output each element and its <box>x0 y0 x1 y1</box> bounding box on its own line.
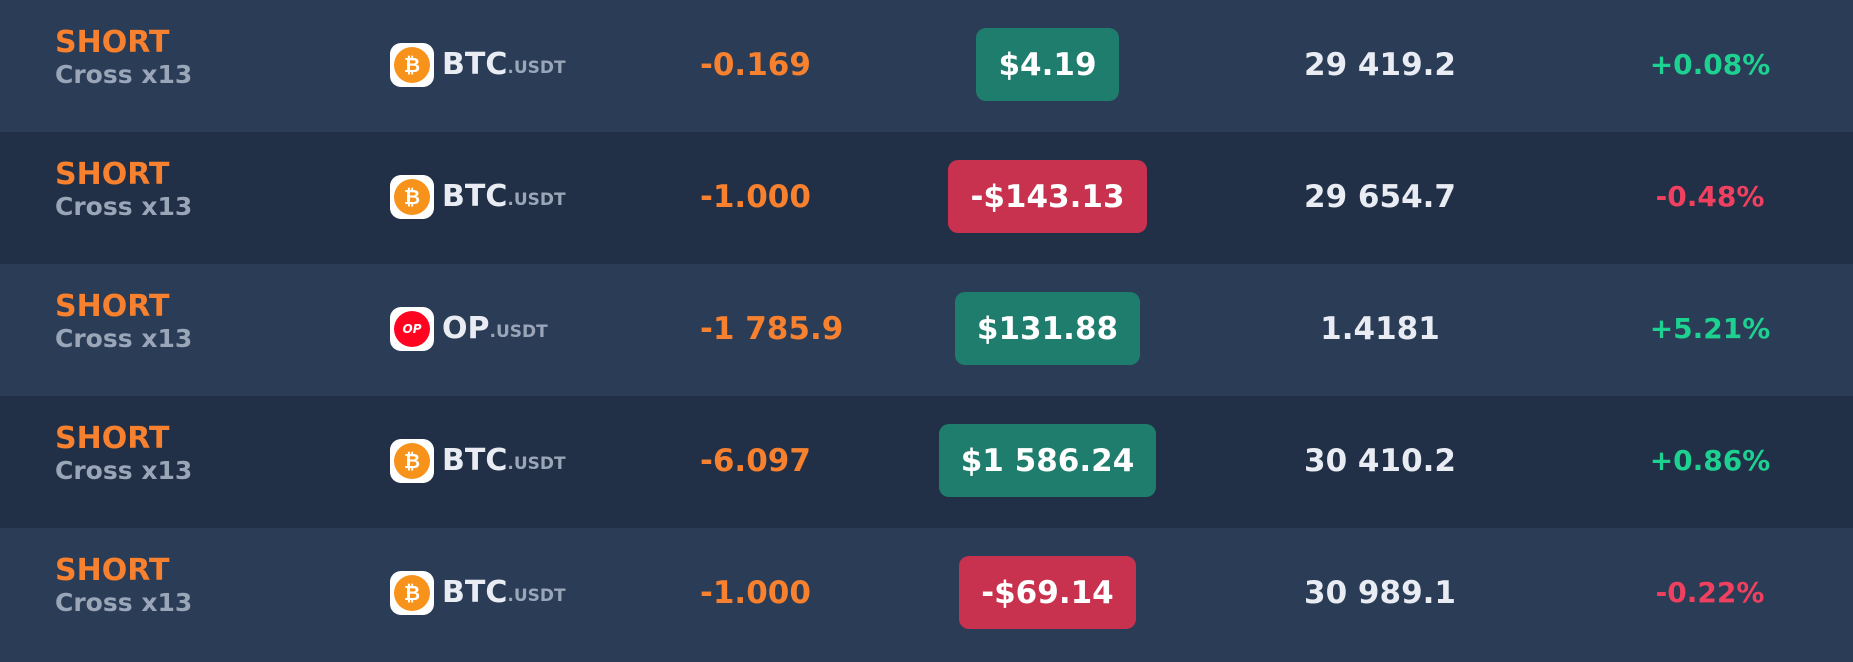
side-label: SHORT <box>55 421 170 456</box>
position-size: -0.169 <box>700 47 811 83</box>
entry-price: 29 654.7 <box>1304 179 1456 215</box>
op-icon: OP <box>390 307 434 351</box>
pnl-cell: $1 586.24 <box>880 424 1215 497</box>
side-label: SHORT <box>55 289 170 324</box>
position-size: -1.000 <box>700 179 811 215</box>
symbol-quote: .USDT <box>489 322 548 342</box>
pnl-badge: -$69.14 <box>959 556 1136 629</box>
symbol-base: BTC <box>442 179 508 214</box>
position-row[interactable]: SHORT Cross x13 OP OP .USDT -1 785.9 $131… <box>0 264 1853 396</box>
position-side: SHORT Cross x13 <box>55 26 192 90</box>
symbol-quote: .USDT <box>507 190 566 210</box>
pnl-badge: $131.88 <box>954 292 1141 365</box>
symbol[interactable]: ₿ BTC .USDT <box>390 571 566 615</box>
position-side: SHORT Cross x13 <box>55 158 192 222</box>
symbol[interactable]: ₿ BTC .USDT <box>390 43 566 87</box>
price-change: +5.21% <box>1649 312 1771 345</box>
entry-price: 30 989.1 <box>1304 575 1456 611</box>
symbol-quote: .USDT <box>507 454 566 474</box>
pnl-cell: $131.88 <box>880 292 1215 365</box>
symbol[interactable]: ₿ BTC .USDT <box>390 439 566 483</box>
position-side: SHORT Cross x13 <box>55 554 192 618</box>
symbol-base: BTC <box>442 575 508 610</box>
positions-table: SHORT Cross x13 ₿ BTC .USDT -0.169 $4.19 … <box>0 0 1853 662</box>
symbol-base: OP <box>442 311 490 346</box>
price-change: -0.48% <box>1655 180 1765 213</box>
position-size: -1.000 <box>700 575 811 611</box>
position-side: SHORT Cross x13 <box>55 290 192 354</box>
position-size: -1 785.9 <box>700 311 844 347</box>
btc-icon: ₿ <box>390 175 434 219</box>
entry-price: 30 410.2 <box>1304 443 1456 479</box>
position-row[interactable]: SHORT Cross x13 ₿ BTC .USDT -1.000 -$69.1… <box>0 528 1853 662</box>
entry-price: 1.4181 <box>1320 311 1440 347</box>
symbol[interactable]: ₿ BTC .USDT <box>390 175 566 219</box>
position-size: -6.097 <box>700 443 811 479</box>
side-label: SHORT <box>55 553 170 588</box>
entry-price: 29 419.2 <box>1304 47 1456 83</box>
margin-mode-label: Cross x13 <box>55 60 193 89</box>
pnl-cell: $4.19 <box>880 28 1215 101</box>
position-row[interactable]: SHORT Cross x13 ₿ BTC .USDT -6.097 $1 586… <box>0 396 1853 528</box>
side-label: SHORT <box>55 25 170 60</box>
side-label: SHORT <box>55 157 170 192</box>
symbol[interactable]: OP OP .USDT <box>390 307 548 351</box>
margin-mode-label: Cross x13 <box>55 192 193 221</box>
pnl-cell: -$143.13 <box>880 160 1215 233</box>
symbol-quote: .USDT <box>507 586 566 606</box>
price-change: +0.08% <box>1649 48 1771 81</box>
pnl-badge: $4.19 <box>976 28 1119 101</box>
position-row[interactable]: SHORT Cross x13 ₿ BTC .USDT -0.169 $4.19 … <box>0 0 1853 132</box>
price-change: -0.22% <box>1655 576 1765 609</box>
pnl-badge: -$143.13 <box>948 160 1147 233</box>
btc-icon: ₿ <box>390 439 434 483</box>
symbol-quote: .USDT <box>507 58 566 78</box>
symbol-base: BTC <box>442 47 508 82</box>
btc-icon: ₿ <box>390 571 434 615</box>
position-row[interactable]: SHORT Cross x13 ₿ BTC .USDT -1.000 -$143.… <box>0 132 1853 264</box>
position-side: SHORT Cross x13 <box>55 422 192 486</box>
pnl-cell: -$69.14 <box>880 556 1215 629</box>
margin-mode-label: Cross x13 <box>55 324 193 353</box>
price-change: +0.86% <box>1649 444 1771 477</box>
pnl-badge: $1 586.24 <box>938 424 1157 497</box>
btc-icon: ₿ <box>390 43 434 87</box>
symbol-base: BTC <box>442 443 508 478</box>
margin-mode-label: Cross x13 <box>55 456 193 485</box>
margin-mode-label: Cross x13 <box>55 588 193 617</box>
